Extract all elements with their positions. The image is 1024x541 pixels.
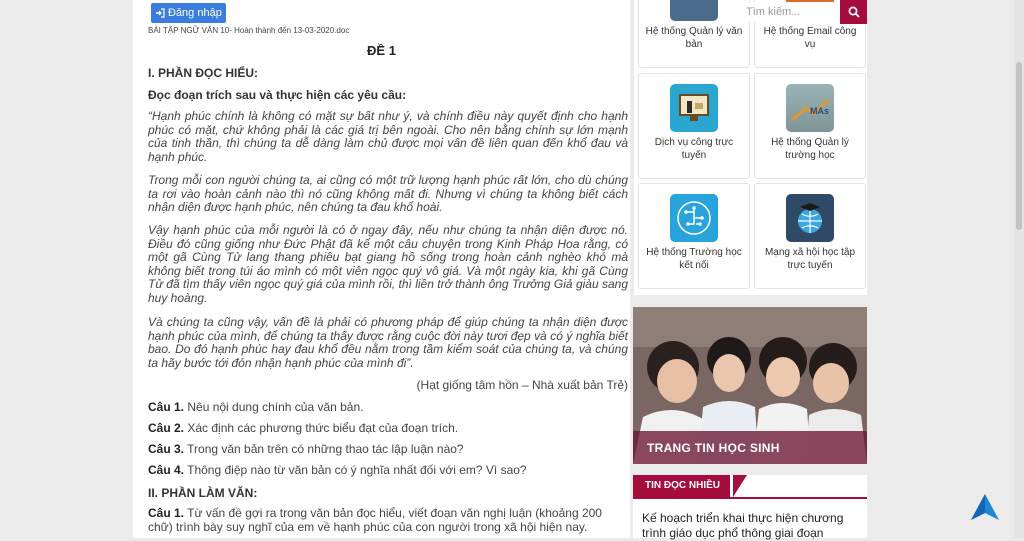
- question-label: Câu 1.: [148, 400, 185, 414]
- passage-paragraph-1: “Hạnh phúc chính là không có mặt sự bất …: [148, 109, 628, 164]
- question-label: Câu 1.: [148, 506, 185, 520]
- essay-question: Câu 1. Từ vấn đề gợi ra trong văn bản đọ…: [148, 506, 628, 534]
- question-3: Câu 3. Trong văn bản trên có những thao …: [148, 442, 628, 457]
- sign-in-icon: [156, 8, 165, 18]
- banner-caption: TRANG TIN HỌC SINH: [647, 441, 780, 455]
- scrollbar-thumb[interactable]: [1016, 62, 1022, 230]
- document-management-icon: [670, 0, 718, 21]
- question-text: Từ vấn đề gợi ra trong văn bản đọc hiểu,…: [148, 506, 602, 534]
- public-service-icon: [670, 84, 718, 132]
- student-news-banner[interactable]: TRANG TIN HỌC SINH: [633, 307, 867, 464]
- passage-source: (Hạt giống tâm hồn – Nhà xuất bản Trẻ): [416, 378, 628, 392]
- most-read-news: TIN ĐỌC NHIỀU Kế hoạch triển khai thực h…: [633, 475, 867, 541]
- passage-paragraph-2: Trong mỗi con người chúng ta, ai cũng có…: [148, 173, 628, 214]
- passage-paragraph-3: Vậy hạnh phúc của mỗi người là có ở ngay…: [148, 223, 628, 305]
- tile-public-service[interactable]: Dịch vụ công trực tuyến: [638, 73, 750, 179]
- tile-brand-text: MAs: [810, 106, 829, 116]
- services-panel: Hệ thống Quản lý văn bản Hệ thống Email …: [634, 0, 867, 295]
- writing-section-title: II. PHẦN LÀM VĂN:: [148, 486, 258, 500]
- question-4: Câu 4. Thông điệp nào từ văn bản có ý ng…: [148, 463, 628, 478]
- question-label: Câu 2.: [148, 421, 185, 435]
- scroll-to-top-logo-icon[interactable]: [969, 492, 1001, 522]
- news-item-link[interactable]: Kế hoạch triển khai thực hiện chương trì…: [642, 511, 864, 541]
- reading-section-title: I. PHẦN ĐỌC HIỂU:: [148, 66, 259, 80]
- login-label: Đăng nhập: [168, 7, 222, 19]
- tile-label: Hệ thống Quản lý trường học: [771, 137, 849, 161]
- question-text: Nêu nội dung chính của văn bản.: [184, 400, 364, 414]
- question-label: Câu 3.: [148, 442, 185, 456]
- question-text: Thông điệp nào từ văn bản có ý nghĩa nhấ…: [184, 463, 527, 477]
- question-1: Câu 1. Nêu nội dung chính của văn bản.: [148, 400, 628, 415]
- question-2: Câu 2. Xác định các phương thức biểu đạt…: [148, 421, 628, 436]
- tab-edge: [733, 475, 747, 497]
- school-management-icon: MAs: [786, 84, 834, 132]
- news-tab-label: TIN ĐỌC NHIỀU: [633, 475, 730, 497]
- search-input[interactable]: [738, 2, 854, 22]
- tile-school-management[interactable]: MAs Hệ thống Quản lý trường học: [754, 73, 866, 179]
- tile-learning-network[interactable]: Mạng xã hội học tập trực tuyến: [754, 183, 866, 289]
- tile-label: Hệ thống Trường học kết nối: [646, 247, 742, 271]
- tile-label: Hệ thống Quản lý văn bản: [645, 26, 743, 50]
- tile-label: Dịch vụ công trực tuyến: [654, 137, 734, 161]
- circuit-icon: [670, 194, 718, 242]
- question-text: Xác định các phương thức biểu đạt của đo…: [184, 421, 459, 435]
- question-label: Câu 4.: [148, 463, 185, 477]
- tile-label: Hệ thống Email công vụ: [763, 26, 857, 50]
- document-filename: BÀI TẬP NGỮ VĂN 10- Hoàn thành đến 13-03…: [148, 26, 350, 35]
- search-icon: [848, 6, 860, 18]
- tile-school-connect[interactable]: Hệ thống Trường học kết nối: [638, 183, 750, 289]
- question-text: Trong văn bản trên có những thao tác lập…: [184, 442, 464, 456]
- tile-label: Mạng xã hội học tập trực tuyến: [764, 247, 856, 271]
- login-button[interactable]: Đăng nhập: [151, 3, 226, 23]
- exam-heading: ĐỀ 1: [367, 43, 396, 58]
- divider: [633, 497, 867, 499]
- passage-paragraph-4: Và chúng ta cũng vậy, vấn đề là phải có …: [148, 315, 628, 370]
- search-button[interactable]: [840, 0, 867, 24]
- tile-document-management[interactable]: Hệ thống Quản lý văn bản: [638, 0, 750, 68]
- reading-instruction: Đọc đoạn trích sau và thực hiện các yêu …: [148, 88, 407, 102]
- globe-graduation-icon: [786, 194, 834, 242]
